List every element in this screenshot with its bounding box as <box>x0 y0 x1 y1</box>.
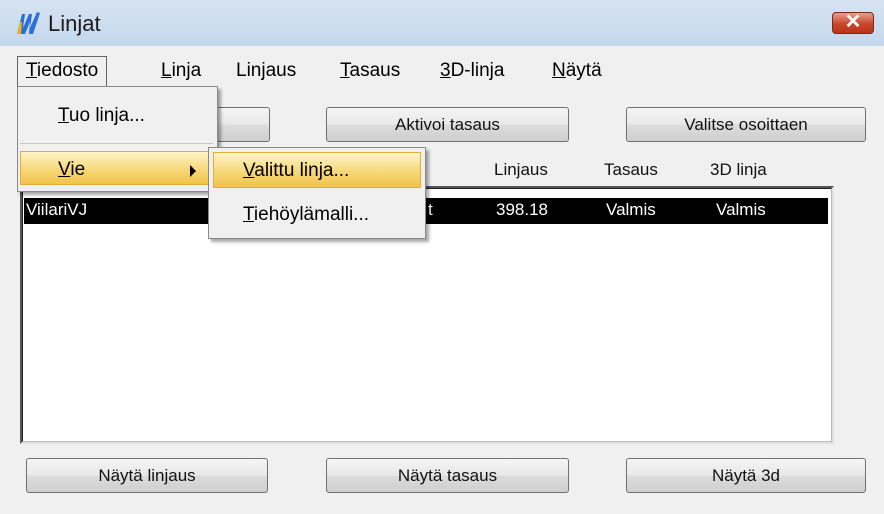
aktivoi-tasaus-button[interactable]: Aktivoi tasaus <box>326 107 569 142</box>
file-dropdown: Tuo linja... Vie <box>17 86 218 192</box>
hidden-button[interactable] <box>212 107 270 142</box>
nayta-3d-button[interactable]: Näytä 3d <box>626 458 866 493</box>
menu-linjaus[interactable]: Linjaus <box>236 60 296 82</box>
window-title: Linjat <box>48 11 101 36</box>
list-frame <box>22 188 832 442</box>
vie-submenu: Valittu linja... Tiehöylämalli... <box>208 147 426 239</box>
nayta-tasaus-button[interactable]: Näytä tasaus <box>326 458 569 493</box>
menu-3d-linja[interactable]: 3D-linja <box>440 60 504 82</box>
submenu-arrow-icon <box>190 165 196 177</box>
menu-item-tuo-linja[interactable]: Tuo linja... <box>58 105 145 127</box>
cell-linjaus: 398.18 <box>496 200 548 219</box>
menu-item-vie-highlight[interactable] <box>20 151 215 185</box>
close-button[interactable]: ✕ <box>832 11 874 34</box>
cell-partial: t <box>428 200 433 219</box>
table-row[interactable]: ViilariVJ t 398.18 Valmis Valmis <box>24 198 828 224</box>
cell-name: ViilariVJ <box>26 200 88 219</box>
menu-nayta[interactable]: Näytä <box>552 60 602 82</box>
menu-bar: Tiedosto Linja Linjaus Tasaus 3D-linja N… <box>0 46 884 86</box>
cell-3d-linja: Valmis <box>716 200 766 219</box>
menu-item-vie[interactable]: Vie <box>58 159 85 181</box>
column-linjaus[interactable]: Linjaus <box>494 160 548 180</box>
menu-tiedosto[interactable]: Tiedosto <box>17 56 108 86</box>
app-icon <box>17 12 40 34</box>
close-icon: ✕ <box>844 11 862 33</box>
line-list[interactable]: ViilariVJ t 398.18 Valmis Valmis <box>20 186 834 444</box>
menu-linja[interactable]: Linja <box>161 60 201 82</box>
nayta-linjaus-button[interactable]: Näytä linjaus <box>26 458 268 493</box>
menu-separator <box>20 143 213 144</box>
column-3d-linja[interactable]: 3D linja <box>710 160 767 180</box>
column-tasaus[interactable]: Tasaus <box>604 160 658 180</box>
menu-item-valittu-linja[interactable]: Valittu linja... <box>243 160 349 182</box>
menu-item-tiehoylamalli[interactable]: Tiehöylämalli... <box>243 204 369 226</box>
cell-tasaus: Valmis <box>606 200 656 219</box>
title-bar: Linjat ✕ <box>0 0 884 47</box>
valitse-osoittaen-button[interactable]: Valitse osoittaen <box>626 107 866 142</box>
menu-tasaus[interactable]: Tasaus <box>340 60 400 82</box>
